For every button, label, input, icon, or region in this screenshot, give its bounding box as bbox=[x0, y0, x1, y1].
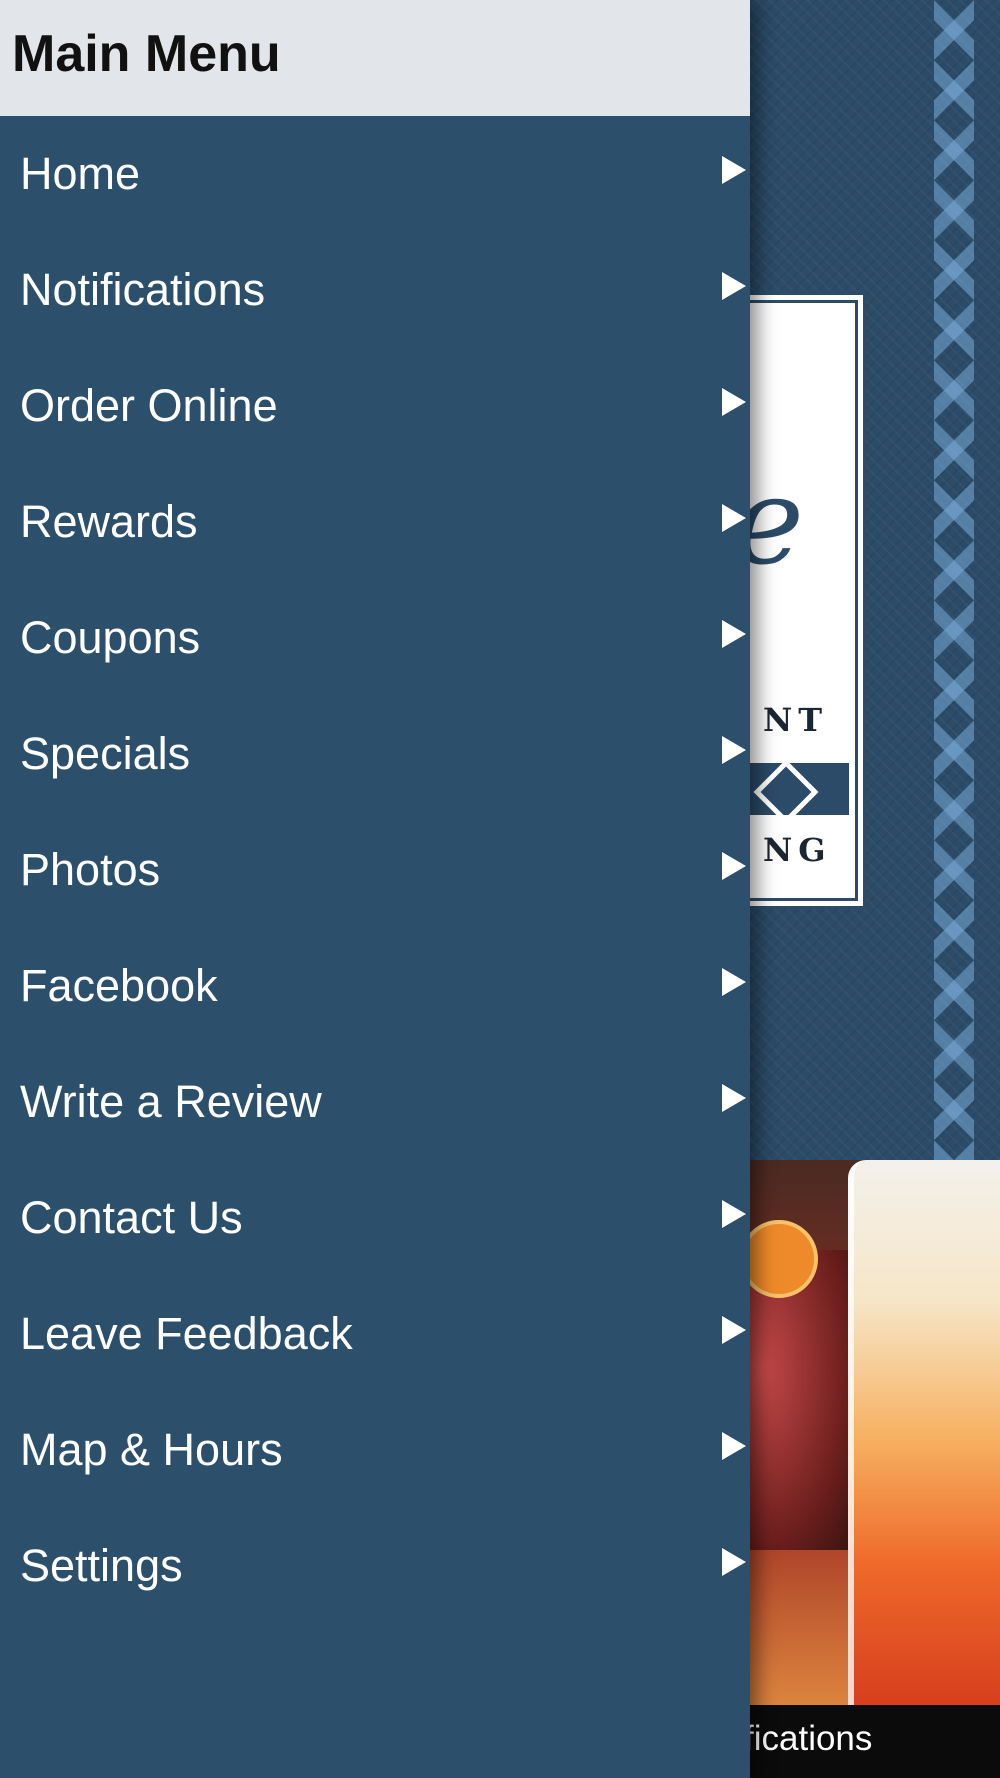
tab-notifications-label[interactable]: fications bbox=[744, 1719, 872, 1759]
chevron-right-icon bbox=[722, 1084, 746, 1112]
main-menu-drawer: Main Menu Home Notifications Order Onlin… bbox=[0, 0, 750, 1778]
drawer-title: Main Menu bbox=[12, 25, 281, 83]
tall-drink-glass-image bbox=[848, 1160, 1000, 1720]
menu-item-contact-us[interactable]: Contact Us bbox=[0, 1160, 750, 1276]
decorative-pattern-strip bbox=[934, 0, 974, 1170]
chevron-right-icon bbox=[722, 272, 746, 300]
menu-item-coupons[interactable]: Coupons bbox=[0, 580, 750, 696]
menu-item-label: Photos bbox=[20, 844, 161, 895]
chevron-right-icon bbox=[722, 1316, 746, 1344]
logo-text-line-2: NG bbox=[763, 831, 832, 869]
chevron-right-icon bbox=[722, 388, 746, 416]
drawer-header: Main Menu bbox=[0, 0, 750, 116]
chevron-right-icon bbox=[722, 1548, 746, 1576]
menu-item-write-a-review[interactable]: Write a Review bbox=[0, 1044, 750, 1160]
menu-item-label: Rewards bbox=[20, 496, 198, 547]
chevron-right-icon bbox=[722, 1200, 746, 1228]
menu-item-label: Map & Hours bbox=[20, 1424, 283, 1475]
menu-item-label: Notifications bbox=[20, 264, 266, 315]
menu-item-notifications[interactable]: Notifications bbox=[0, 232, 750, 348]
menu-item-map-and-hours[interactable]: Map & Hours bbox=[0, 1392, 750, 1508]
menu-item-label: Coupons bbox=[20, 612, 201, 663]
menu-list: Home Notifications Order Online Rewards … bbox=[0, 116, 750, 1624]
logo-text-line-1: NT bbox=[763, 701, 829, 739]
menu-item-photos[interactable]: Photos bbox=[0, 812, 750, 928]
menu-item-facebook[interactable]: Facebook bbox=[0, 928, 750, 1044]
menu-item-rewards[interactable]: Rewards bbox=[0, 464, 750, 580]
menu-item-label: Home bbox=[20, 148, 141, 199]
chevron-right-icon bbox=[722, 1432, 746, 1460]
app-screen: e NT NG fications Main Menu Home Notific… bbox=[0, 0, 1000, 1778]
menu-item-label: Settings bbox=[20, 1540, 183, 1591]
chevron-right-icon bbox=[722, 156, 746, 184]
menu-item-label: Facebook bbox=[20, 960, 218, 1011]
menu-item-label: Leave Feedback bbox=[20, 1308, 353, 1359]
menu-item-settings[interactable]: Settings bbox=[0, 1508, 750, 1624]
menu-item-label: Contact Us bbox=[20, 1192, 243, 1243]
chevron-right-icon bbox=[722, 620, 746, 648]
chevron-right-icon bbox=[722, 968, 746, 996]
orange-slice-image bbox=[740, 1220, 818, 1298]
chevron-right-icon bbox=[722, 852, 746, 880]
menu-item-specials[interactable]: Specials bbox=[0, 696, 750, 812]
menu-item-label: Write a Review bbox=[20, 1076, 322, 1127]
chevron-right-icon bbox=[722, 504, 746, 532]
menu-item-label: Order Online bbox=[20, 380, 278, 431]
menu-item-label: Specials bbox=[20, 728, 191, 779]
menu-item-home[interactable]: Home bbox=[0, 116, 750, 232]
menu-item-leave-feedback[interactable]: Leave Feedback bbox=[0, 1276, 750, 1392]
menu-item-order-online[interactable]: Order Online bbox=[0, 348, 750, 464]
chevron-right-icon bbox=[722, 736, 746, 764]
